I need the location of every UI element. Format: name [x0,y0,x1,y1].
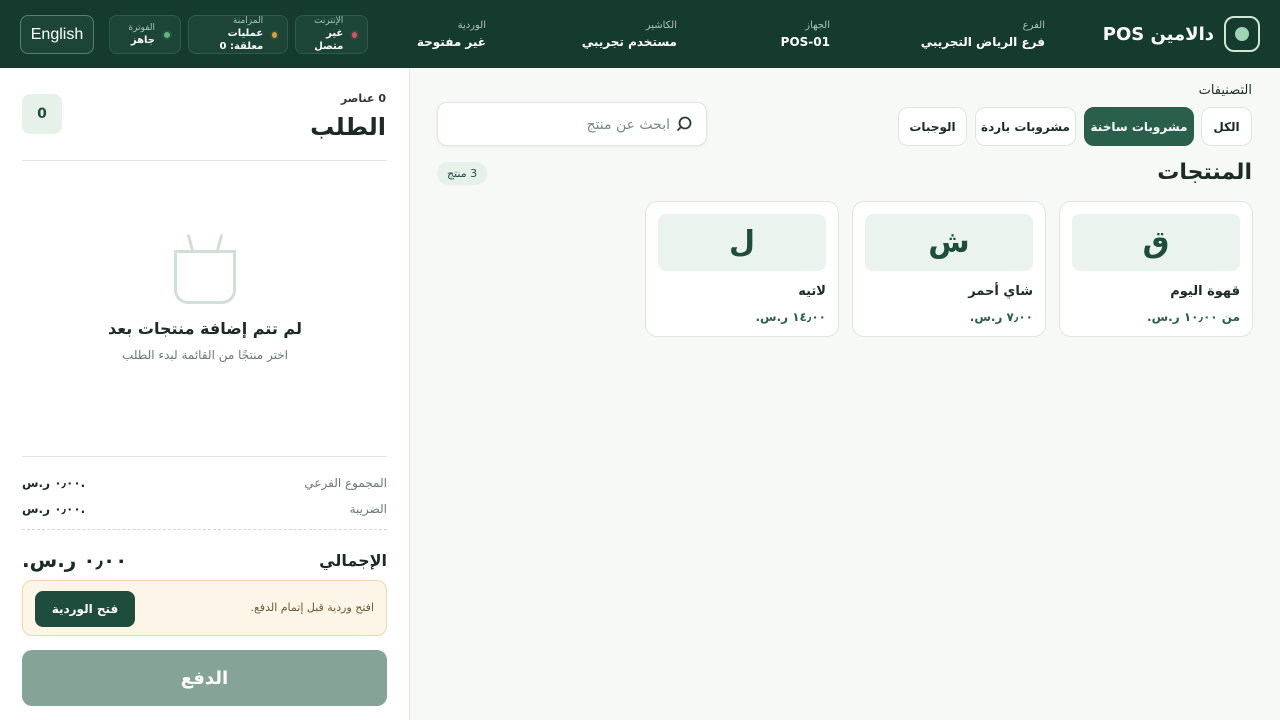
tax-row: الضريبة ٠٫٠٠ ر.س. [22,502,387,516]
branch-info: الفرع فرع الرياض التجريبي [921,20,1045,50]
order-title: الطلب [310,113,386,141]
total-value: ٠٫٠٠ ر.س. [22,548,128,572]
internet-status[interactable]: الإنترنت غير متصل [295,15,368,54]
search-input[interactable] [450,113,670,137]
product-thumbnail: ل [658,214,826,271]
tax-label: الضريبة [349,502,387,516]
category-all[interactable]: الكل [1201,107,1252,146]
divider [22,456,387,457]
total-row: الإجمالي ٠٫٠٠ ر.س. [22,548,387,572]
order-count-badge: 0 [22,94,62,134]
internet-status-dot [350,29,359,40]
order-panel: 0 0 عناصر الطلب لم تتم إضافة منتجات بعد … [0,68,410,720]
invoicing-status-value: جاهز [130,34,155,46]
products-count-badge: 3 منتج [437,162,488,185]
search-box [437,102,707,146]
sync-status-dot [270,29,279,40]
shift-notice: افتح وردية قبل إتمام الدفع. فتح الوردية [22,580,387,636]
cashier-value: مستخدم تجريبي [581,35,677,49]
sync-status-label: المزامنة [232,16,264,26]
tax-value: ٠٫٠٠ ر.س. [22,502,86,516]
logo-icon [1224,16,1260,52]
internet-status-value: غير متصل [314,28,344,52]
shift-info: الوردية غير مفتوحة [417,20,486,50]
shift-notice-text: افتح وردية قبل إتمام الدفع. [250,601,374,614]
categories-label: التصنيفات [1198,83,1252,98]
sync-status[interactable]: المزامنة عمليات معلقة: 0 [188,15,288,54]
product-price: ٧٫٠٠ ر.س. [969,310,1033,324]
branch-value: فرع الرياض التجريبي [920,35,1045,49]
invoicing-status[interactable]: الفوترة جاهز [109,15,181,54]
order-items-count: 0 عناصر [340,92,386,105]
device-value: POS-01 [780,35,830,49]
search-icon [677,116,692,131]
category-cold-drinks[interactable]: مشروبات باردة [975,107,1076,146]
language-button[interactable]: English [20,15,94,54]
product-thumbnail: ق [1072,214,1240,271]
shift-label: الوردية [457,20,486,31]
product-card[interactable]: ق قهوة اليوم من ١٠٫٠٠ ر.س. [1059,201,1253,337]
internet-status-label: الإنترنت [314,16,344,26]
empty-order-title: لم تتم إضافة منتجات بعد [108,319,302,338]
category-meals[interactable]: الوجبات [898,107,967,146]
product-card[interactable]: ل لاتيه ١٤٫٠٠ ر.س. [645,201,839,337]
product-price: ١٤٫٠٠ ر.س. [755,310,826,324]
product-price: من ١٠٫٠٠ ر.س. [1147,310,1240,324]
brand-name: دالامين POS [1102,23,1214,45]
products-title: المنتجات [1157,160,1252,185]
subtotal-value: ٠٫٠٠ ر.س. [22,476,86,490]
product-name: لاتيه [798,284,826,299]
product-thumbnail: ش [865,214,1033,271]
brand: دالامين POS [1103,16,1260,52]
divider [22,529,387,530]
top-bar: دالامين POS الفرع فرع الرياض التجريبي ال… [0,0,1280,68]
cashier-info: الكاشير مستخدم تجريبي [582,20,677,50]
total-label: الإجمالي [319,550,387,570]
sync-status-value: عمليات معلقة: 0 [219,28,264,52]
subtotal-label: المجموع الفرعي [304,476,387,490]
device-label: الجهاز [805,20,830,31]
pay-button[interactable]: الدفع [22,650,387,706]
cashier-label: الكاشير [645,20,677,31]
subtotal-row: المجموع الفرعي ٠٫٠٠ ر.س. [22,476,387,490]
divider [22,160,387,161]
shift-value: غير مفتوحة [416,35,486,49]
category-hot-drinks[interactable]: مشروبات ساخنة [1084,107,1194,146]
product-name: قهوة اليوم [1170,284,1240,299]
invoicing-status-dot [162,29,172,40]
invoicing-status-label: الفوترة [128,22,155,33]
product-name: شاي أحمر [968,284,1033,299]
product-card[interactable]: ش شاي أحمر ٧٫٠٠ ر.س. [852,201,1046,337]
branch-label: الفرع [1022,20,1045,31]
open-shift-button[interactable]: فتح الوردية [35,591,135,627]
shopping-bag-icon [174,233,236,304]
device-info: الجهاز POS-01 [781,20,830,50]
empty-order-subtitle: اختر منتجًا من القائمة لبدء الطلب [122,348,288,362]
